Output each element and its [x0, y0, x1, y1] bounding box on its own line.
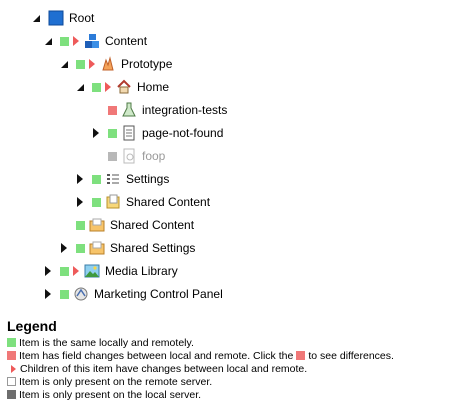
tree-node-prototype[interactable]: Prototype [58, 54, 172, 74]
content-tree: Root Content Prototype Home integration-… [0, 0, 464, 310]
shared-folder-icon [89, 217, 105, 233]
tree-node-label: Shared Content [126, 195, 211, 209]
expand-toggle[interactable] [74, 173, 86, 185]
tree-node-home[interactable]: Home [74, 77, 169, 97]
legend-text: Children of this item have changes betwe… [20, 362, 308, 375]
tree-node-label: page-not-found [142, 126, 224, 140]
tree-node-integration-tests[interactable]: integration-tests [108, 100, 227, 120]
status-remote-only-square [7, 377, 16, 386]
collapse-toggle[interactable] [58, 58, 70, 70]
legend: Legend Item is the same locally and remo… [7, 318, 462, 401]
tree-node-page-not-found[interactable]: page-not-found [90, 123, 223, 143]
legend-text: Item is the same locally and remotely. [19, 336, 194, 349]
status-same-square [92, 174, 101, 184]
expand-toggle[interactable] [74, 196, 86, 208]
document-faded-icon [121, 148, 137, 164]
status-changed-square [296, 351, 306, 360]
tree-node-media-library[interactable]: Media Library [42, 261, 178, 281]
expand-toggle[interactable] [58, 242, 70, 254]
status-same-square [60, 266, 69, 276]
status-same-square [76, 59, 85, 69]
tree-node-label: Marketing Control Panel [94, 287, 223, 301]
status-same-square [60, 36, 69, 46]
marketing-icon [73, 286, 89, 302]
tree-node-label: Shared Settings [110, 241, 196, 255]
legend-item-local-only: Item is only present on the local server… [7, 388, 462, 401]
tree-node-marketing-control-panel[interactable]: Marketing Control Panel [42, 284, 223, 304]
collapse-toggle[interactable] [42, 35, 54, 47]
legend-item-same: Item is the same locally and remotely. [7, 336, 462, 349]
status-same-square [92, 197, 101, 207]
tree-node-foop[interactable]: foop [108, 146, 165, 166]
tree-node-label: foop [142, 149, 166, 163]
child-changes-marker [105, 82, 111, 92]
status-same-square [108, 128, 117, 138]
status-changed-square[interactable] [108, 105, 117, 115]
document-icon [121, 125, 137, 141]
tree-node-content[interactable]: Content [42, 31, 147, 51]
tree-node-label: Content [105, 34, 148, 48]
status-changed-square [7, 351, 16, 360]
shared-folder-icon [89, 240, 105, 256]
tree-node-label: Settings [126, 172, 170, 186]
child-changes-marker [73, 36, 79, 46]
settings-list-icon [105, 171, 121, 187]
tree-node-root[interactable]: Root [30, 8, 94, 28]
tree-node-label: Home [137, 80, 170, 94]
status-same-square [92, 82, 101, 92]
expand-toggle[interactable] [42, 288, 54, 300]
tree-node-label: Root [69, 11, 95, 25]
status-local-only-square [108, 151, 117, 161]
tree-node-label: Prototype [121, 57, 173, 71]
legend-item-children: Children of this item have changes betwe… [7, 362, 462, 375]
flask-icon [121, 102, 137, 118]
tree-node-shared-content[interactable]: Shared Content [76, 215, 194, 235]
status-same-square [76, 220, 85, 230]
tree-node-shared-settings[interactable]: Shared Settings [58, 238, 195, 258]
image-icon [84, 263, 100, 279]
tree-node-label: Media Library [105, 264, 178, 278]
collapse-toggle[interactable] [30, 12, 42, 24]
legend-item-remote-only: Item is only present on the remote serve… [7, 375, 462, 388]
expand-toggle[interactable] [42, 265, 54, 277]
child-changes-marker [89, 59, 95, 69]
child-changes-marker [11, 364, 16, 373]
legend-text: Item is only present on the local server… [19, 388, 202, 401]
legend-text: Item is only present on the remote serve… [19, 375, 213, 388]
folder-document-icon [105, 194, 121, 210]
status-local-only-square [7, 390, 16, 399]
legend-title: Legend [7, 318, 57, 334]
tree-node-shared-content-child[interactable]: Shared Content [74, 192, 210, 212]
status-same-square [76, 243, 85, 253]
expand-toggle[interactable] [90, 127, 102, 139]
tree-node-settings[interactable]: Settings [74, 169, 169, 189]
legend-item-changed: Item has field changes between local and… [7, 349, 462, 362]
root-icon [48, 10, 64, 26]
home-icon [116, 79, 132, 95]
prototype-icon [100, 56, 116, 72]
child-changes-marker [73, 266, 79, 276]
tree-node-label: Shared Content [110, 218, 195, 232]
legend-text: Item has field changes between local and… [19, 349, 294, 362]
status-same-square [60, 289, 69, 299]
content-cubes-icon [84, 33, 100, 49]
legend-text: to see differences. [308, 349, 394, 362]
collapse-toggle[interactable] [74, 81, 86, 93]
status-same-square [7, 338, 16, 347]
tree-node-label: integration-tests [142, 103, 228, 117]
